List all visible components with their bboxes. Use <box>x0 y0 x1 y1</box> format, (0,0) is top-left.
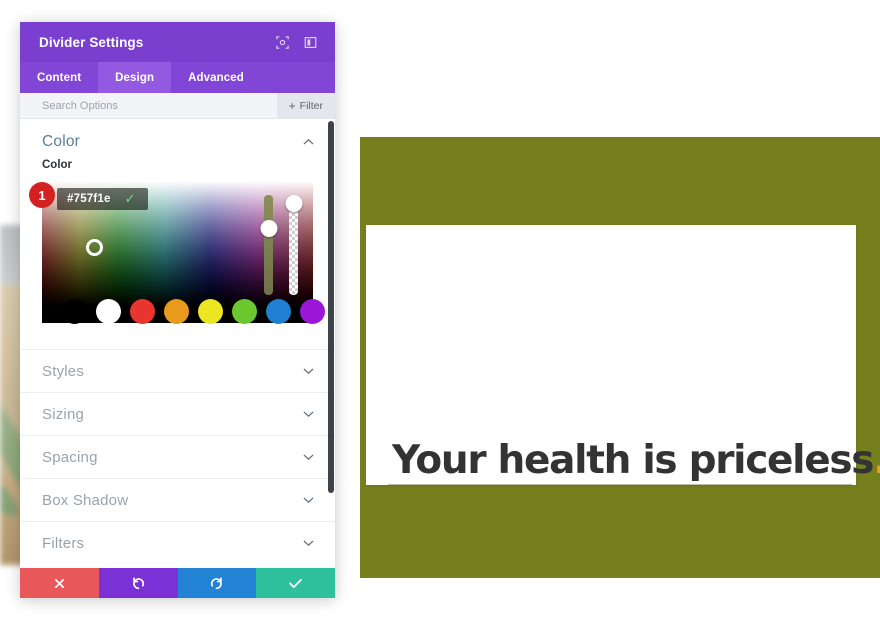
swatch-white[interactable] <box>96 299 121 324</box>
accordion-row-box-shadow[interactable]: Box Shadow <box>20 478 335 521</box>
cancel-button[interactable] <box>20 568 99 598</box>
chevron-down-icon[interactable] <box>301 537 315 549</box>
settings-accordion: Styles Sizing Spacing Box Shadow Filters <box>20 349 335 564</box>
divider-module-line <box>388 484 852 485</box>
color-section-title: Color <box>42 133 81 150</box>
alpha-slider-knob[interactable] <box>285 195 302 212</box>
search-input[interactable] <box>20 98 277 113</box>
swatch-black[interactable] <box>62 299 87 324</box>
step-badge-1: 1 <box>29 182 55 208</box>
headline-wrapper: Your health is priceless. <box>366 439 880 485</box>
headline-period: . <box>873 438 880 483</box>
panel-footer <box>20 568 335 598</box>
panel-scroll-area: Color Color #757f1e ✓ 1 Styles Sizing Sp… <box>20 119 335 568</box>
divider-settings-panel: Divider Settings Content Design Advanced… <box>20 22 335 598</box>
tab-content[interactable]: Content <box>20 62 98 93</box>
chevron-down-icon[interactable] <box>301 365 315 377</box>
accordion-row-styles[interactable]: Styles <box>20 349 335 392</box>
headline-text: Your health is priceless <box>392 438 875 483</box>
color-picker-wrapper: #757f1e ✓ 1 <box>29 181 313 306</box>
accordion-label: Box Shadow <box>42 491 129 509</box>
color-section-header[interactable]: Color <box>20 119 335 159</box>
focus-icon[interactable] <box>271 31 293 53</box>
tab-design[interactable]: Design <box>98 62 172 93</box>
filter-button[interactable]: + Filter <box>276 92 335 119</box>
accordion-row-filters[interactable]: Filters <box>20 521 335 564</box>
swatch-yellow[interactable] <box>198 299 223 324</box>
color-picker-cursor[interactable] <box>86 239 103 256</box>
swatch-orange[interactable] <box>164 299 189 324</box>
chevron-down-icon[interactable] <box>301 451 315 463</box>
check-icon[interactable]: ✓ <box>123 191 148 207</box>
chevron-down-icon[interactable] <box>301 494 315 506</box>
layout-icon[interactable] <box>299 31 321 53</box>
chevron-up-icon[interactable] <box>301 136 315 148</box>
save-button[interactable] <box>256 568 335 598</box>
redo-button[interactable] <box>177 568 257 598</box>
color-swatch-strip <box>42 299 325 324</box>
panel-body: Color Color #757f1e ✓ 1 Styles Sizing Sp… <box>20 119 335 568</box>
filter-button-label: Filter <box>299 99 323 112</box>
hue-slider[interactable] <box>260 195 277 295</box>
hex-value-text: #757f1e <box>67 193 111 205</box>
accordion-label: Sizing <box>42 405 85 423</box>
preview-content-card: Your health is priceless. <box>366 225 880 485</box>
plus-icon: + <box>288 98 296 113</box>
accordion-row-spacing[interactable]: Spacing <box>20 435 335 478</box>
tab-advanced[interactable]: Advanced <box>171 62 261 93</box>
alpha-slider[interactable] <box>285 195 302 295</box>
hue-slider-knob[interactable] <box>260 220 277 237</box>
undo-button[interactable] <box>98 568 178 598</box>
panel-header: Divider Settings <box>20 22 335 62</box>
swatch-blue[interactable] <box>266 299 291 324</box>
swatch-purple[interactable] <box>300 299 325 324</box>
accordion-label: Filters <box>42 534 85 552</box>
accordion-label: Spacing <box>42 448 98 466</box>
page-preview-section: Your health is priceless. <box>360 137 880 578</box>
chevron-down-icon[interactable] <box>301 408 315 420</box>
panel-title: Divider Settings <box>39 34 144 50</box>
panel-scrollbar-thumb[interactable] <box>328 121 334 493</box>
search-row: + Filter <box>20 92 335 119</box>
swatch-red[interactable] <box>130 299 155 324</box>
swatch-green[interactable] <box>232 299 257 324</box>
preview-headline: Your health is priceless. <box>392 439 880 483</box>
panel-tabs: Content Design Advanced <box>20 62 335 93</box>
panel-scrollbar-track[interactable] <box>327 119 335 568</box>
color-field-label: Color <box>42 159 73 171</box>
accordion-label: Styles <box>42 362 85 380</box>
hex-value-chip[interactable]: #757f1e ✓ <box>57 188 148 210</box>
color-swatches <box>42 299 325 324</box>
accordion-row-sizing[interactable]: Sizing <box>20 392 335 435</box>
